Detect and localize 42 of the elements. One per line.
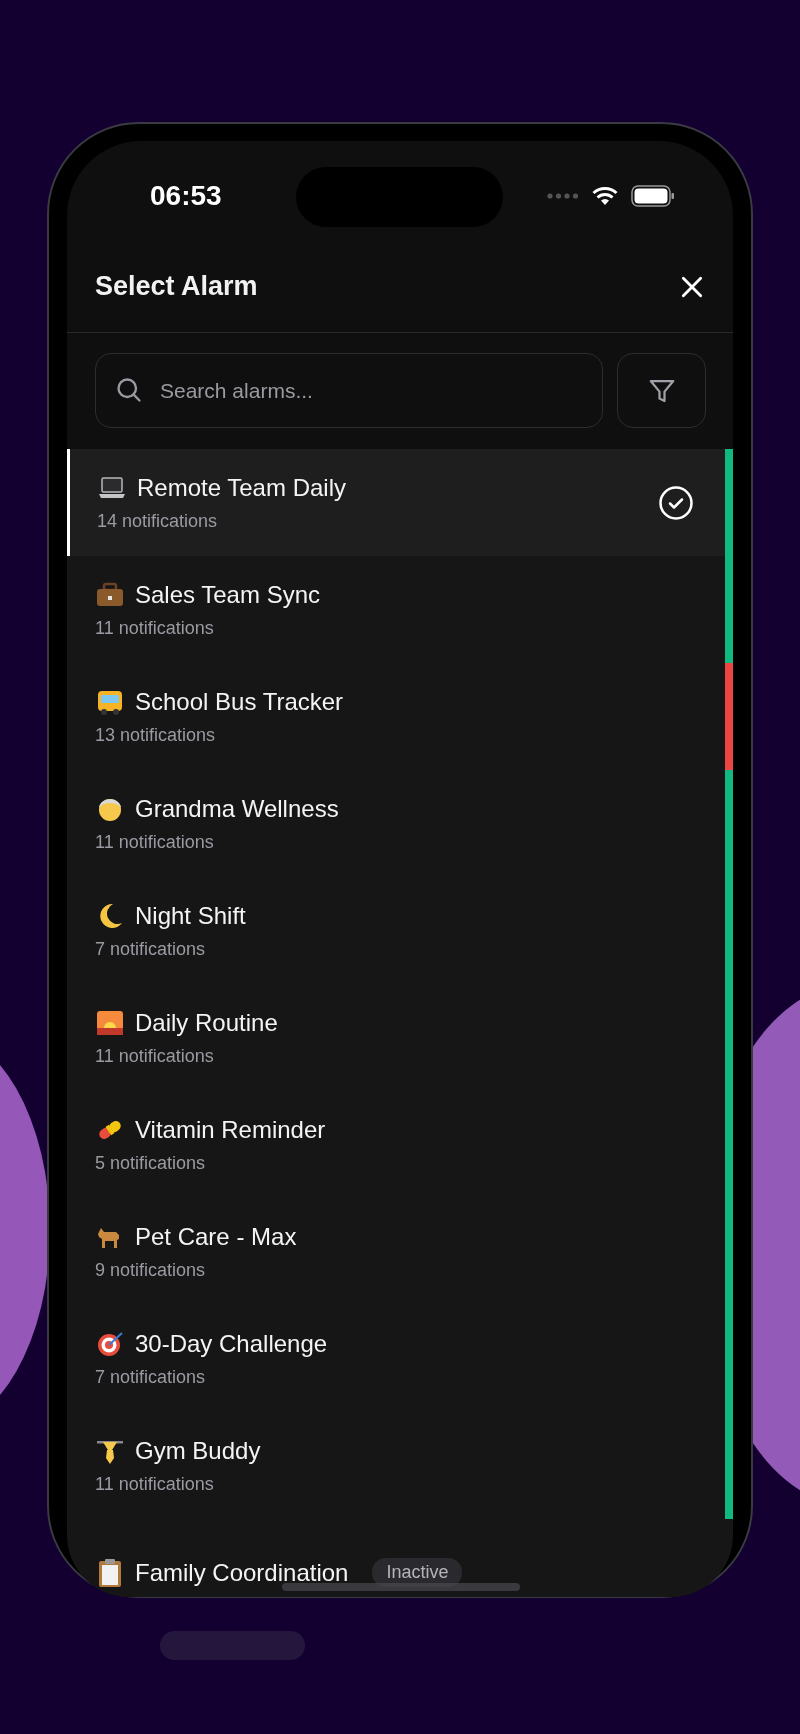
notification-count: 11 notifications	[95, 618, 215, 639]
search-field[interactable]: Search alarms...	[95, 353, 603, 428]
alarm-name: Gym Buddy	[135, 1437, 261, 1465]
alarm-item[interactable]: Remote Team Daily 14 notifications	[67, 449, 733, 556]
alarm-name: Night Shift	[135, 902, 246, 930]
signal-icon	[547, 193, 579, 199]
alarm-name: 30-Day Challenge	[135, 1330, 328, 1358]
alarm-name: Daily Routine	[135, 1009, 278, 1037]
filter-button[interactable]	[617, 353, 706, 428]
notification-count: 14 notifications	[97, 511, 219, 532]
alarm-item[interactable]: School Bus Tracker 13 notifications	[67, 663, 733, 770]
alarm-name: Pet Care - Max	[135, 1223, 297, 1251]
notification-count: 11 notifications	[95, 1046, 215, 1067]
notification-count: 13 notifications	[95, 725, 217, 746]
alarm-item[interactable]: 30-Day Challenge 7 notifications	[67, 1305, 733, 1412]
wifi-icon	[591, 186, 619, 206]
alarm-name: Sales Team Sync	[135, 581, 320, 609]
alarm-item[interactable]: Pet Care - Max 9 notifications	[67, 1198, 733, 1305]
notification-count: 5 notifications	[95, 1153, 207, 1174]
status-time: 06:53	[150, 180, 222, 212]
battery-icon	[631, 185, 675, 207]
alarm-item[interactable]: Sales Team Sync 11 notifications	[67, 556, 733, 663]
notification-count: 7 notifications	[95, 939, 207, 960]
alarm-name: Vitamin Reminder	[135, 1116, 326, 1144]
alarm-item[interactable]: Grandma Wellness 11 notifications	[67, 770, 733, 877]
alarm-name: School Bus Tracker	[135, 688, 344, 716]
alarm-item[interactable]: Gym Buddy 11 notifications	[67, 1412, 733, 1519]
alarm-name: Remote Team Daily	[137, 474, 346, 502]
sunrise-icon	[95, 1008, 125, 1038]
notification-count: 7 notifications	[95, 1367, 207, 1388]
notification-count: 11 notifications	[95, 1474, 215, 1495]
alarm-item[interactable]: Night Shift 7 notifications	[67, 877, 733, 984]
checkmark-icon	[658, 484, 694, 521]
alarm-name: Family Coordination	[135, 1558, 349, 1587]
alarm-item[interactable]: Vitamin Reminder 5 notifications	[67, 1091, 733, 1198]
search-icon	[115, 376, 143, 404]
sheet-title: Select Alarm	[95, 271, 258, 302]
alarm-name: Grandma Wellness	[135, 795, 339, 823]
target-icon	[95, 1329, 125, 1359]
notification-count: 9 notifications	[95, 1260, 207, 1281]
notification-count: 11 notifications	[95, 832, 215, 853]
alarm-item[interactable]: Daily Routine 11 notifications	[67, 984, 733, 1091]
